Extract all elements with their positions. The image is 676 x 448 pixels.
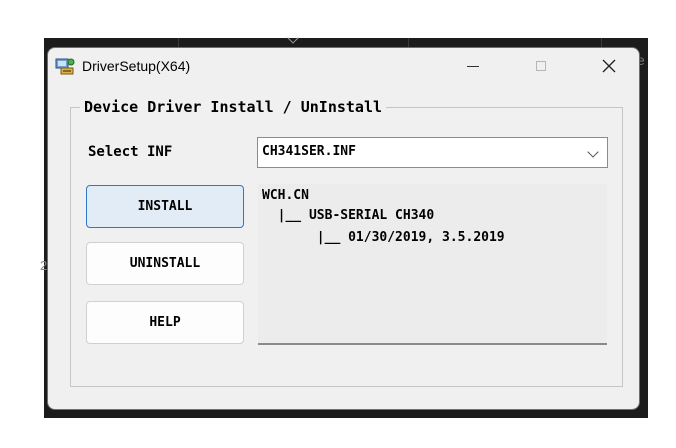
info-line: |__ 01/30/2019, 3.5.2019 xyxy=(262,230,505,245)
uninstall-button[interactable]: UNINSTALL xyxy=(86,242,244,285)
driver-setup-window: DriverSetup(X64) Device Driver Install /… xyxy=(47,47,640,410)
info-line: WCH.CN xyxy=(262,188,309,203)
inf-dropdown[interactable]: CH341SER.INF xyxy=(257,137,608,168)
group-title: Device Driver Install / UnInstall xyxy=(80,98,387,116)
minimize-button[interactable] xyxy=(450,48,496,84)
close-button[interactable] xyxy=(586,48,632,84)
help-button[interactable]: HELP xyxy=(86,301,244,344)
maximize-icon xyxy=(536,61,546,71)
chevron-down-icon xyxy=(587,146,599,158)
window-title: DriverSetup(X64) xyxy=(82,58,191,74)
info-line: |__ USB-SERIAL CH340 xyxy=(262,208,435,223)
minimize-icon xyxy=(467,65,479,67)
select-inf-label: Select INF xyxy=(88,144,173,160)
inf-selected-value: CH341SER.INF xyxy=(262,144,356,159)
title-bar[interactable]: DriverSetup(X64) xyxy=(48,48,639,84)
maximize-button[interactable] xyxy=(518,48,564,84)
install-button[interactable]: INSTALL xyxy=(86,185,244,228)
driver-info-panel: WCH.CN |__ USB-SERIAL CH340 |__ 01/30/20… xyxy=(258,184,607,345)
driver-setup-icon xyxy=(55,58,75,75)
close-icon xyxy=(602,59,616,73)
